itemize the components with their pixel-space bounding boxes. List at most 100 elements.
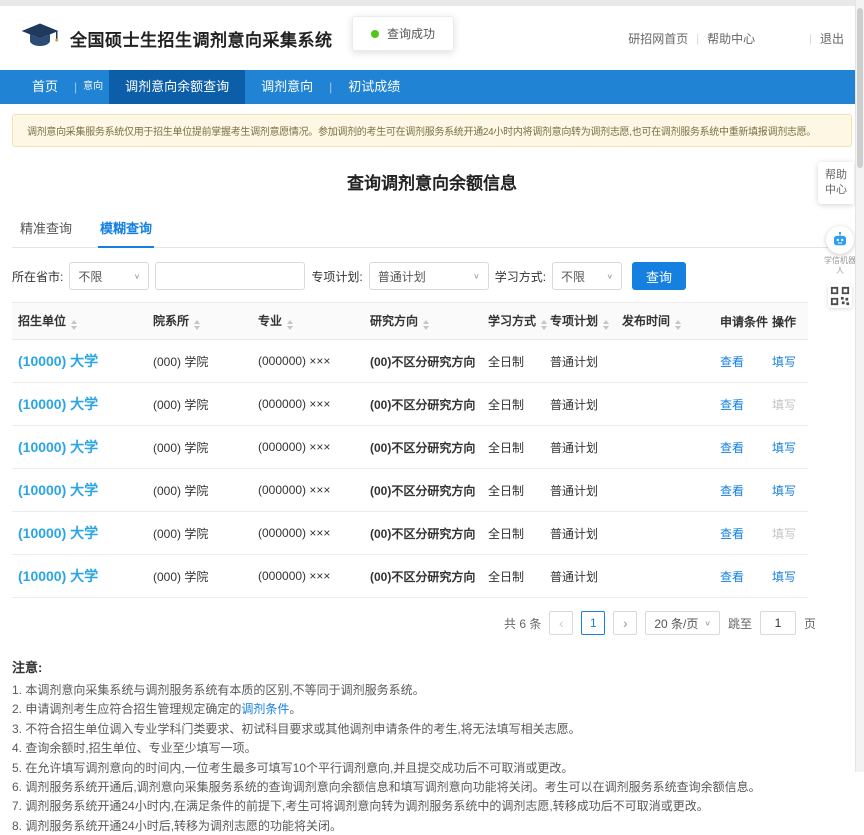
nav-item-4[interactable]: 初试成绩: [332, 70, 416, 104]
jump-page-input[interactable]: [760, 611, 796, 635]
nav-item-0[interactable]: 首页: [16, 70, 74, 104]
sort-icon[interactable]: [423, 320, 429, 330]
note-item: 2. 申请调剂考生应符合招生管理规定确定的调剂条件。: [12, 701, 824, 718]
logout-link[interactable]: 退出: [820, 30, 844, 47]
column-header-5[interactable]: 专项计划: [544, 303, 616, 340]
table-row: (10000) 大学(000) 学院(000000) ×××(00)不区分研究方…: [12, 426, 808, 469]
unit-link[interactable]: (10000) 大学: [18, 482, 98, 498]
fill-link[interactable]: 填写: [772, 398, 796, 412]
column-header-0[interactable]: 招生单位: [12, 303, 147, 340]
column-header-2[interactable]: 专业: [252, 303, 364, 340]
sort-icon[interactable]: [675, 320, 681, 330]
dept-cell: (000) 学院: [153, 441, 208, 455]
fill-link[interactable]: 填写: [772, 527, 796, 541]
unit-link[interactable]: (10000) 大学: [18, 396, 98, 412]
tab-fuzzy-query[interactable]: 模糊查询: [98, 210, 154, 248]
table-row: (10000) 大学(000) 学院(000000) ×××(00)不区分研究方…: [12, 469, 808, 512]
province-value: 不限: [78, 268, 102, 285]
major-cell: (000000) ×××: [258, 569, 330, 583]
nav-item-3[interactable]: 调剂意向: [245, 70, 329, 104]
view-link[interactable]: 查看: [720, 527, 744, 541]
fill-link[interactable]: 填写: [772, 441, 796, 455]
sort-icon[interactable]: [603, 320, 609, 330]
dept-cell: (000) 学院: [153, 355, 208, 369]
brand: 全国硕士生招生调剂意向采集系统: [20, 21, 333, 56]
sort-icon[interactable]: [71, 320, 77, 330]
column-label: 操作: [772, 315, 796, 329]
column-header-1[interactable]: 院系所: [147, 303, 252, 340]
unit-link[interactable]: (10000) 大学: [18, 568, 98, 584]
plan-cell: 普通计划: [550, 527, 598, 541]
search-button[interactable]: 查询: [632, 262, 686, 290]
direction-cell: (00)不区分研究方向: [370, 355, 475, 369]
note-item: 5. 在允许填写调剂意向的时间内,一位考生最多可填写10个平行调剂意向,并且提交…: [12, 760, 824, 777]
view-link[interactable]: 查看: [720, 570, 744, 584]
column-label: 发布时间: [622, 314, 670, 328]
study-value: 不限: [561, 268, 585, 285]
view-link[interactable]: 查看: [720, 441, 744, 455]
unit-link[interactable]: (10000) 大学: [18, 353, 98, 369]
study-cell: 全日制: [488, 441, 524, 455]
page-number-button[interactable]: 1: [581, 611, 605, 635]
nav-item-1[interactable]: 意向: [77, 70, 109, 104]
prev-page-button[interactable]: ‹: [549, 611, 573, 635]
major-cell: (000000) ×××: [258, 526, 330, 540]
study-cell: 全日制: [488, 484, 524, 498]
notice-banner: 调剂意向采集服务系统仅用于招生单位提前掌握考生调剂意愿情况。参加调剂的考生可在调…: [12, 114, 852, 147]
direction-cell: (00)不区分研究方向: [370, 441, 475, 455]
view-link[interactable]: 查看: [720, 398, 744, 412]
scrollbar-track[interactable]: [855, 0, 864, 772]
separator: [696, 31, 699, 45]
column-label: 招生单位: [18, 314, 66, 328]
transfer-conditions-link[interactable]: 调剂条件: [241, 702, 289, 716]
unit-link[interactable]: (10000) 大学: [18, 439, 98, 455]
plan-cell: 普通计划: [550, 441, 598, 455]
direction-cell: (00)不区分研究方向: [370, 527, 475, 541]
page-size-select[interactable]: 20 条/页 ∨: [645, 611, 720, 635]
table-row: (10000) 大学 (000) 学院 (000000) ××× (00)不区分研究方…: [12, 340, 808, 383]
graduation-cap-logo-icon: [20, 21, 60, 56]
plan-select[interactable]: 普通计划 ∨: [369, 262, 489, 290]
unit-keyword-input[interactable]: [155, 262, 305, 290]
direction-cell: (00)不区分研究方向: [370, 484, 475, 498]
province-label: 所在省市:: [12, 268, 63, 285]
note-text: 5. 在允许填写调剂意向的时间内,一位考生最多可填写10个平行调剂意向,并且提交…: [12, 761, 573, 775]
nav-item-2[interactable]: 调剂意向余额查询: [109, 70, 245, 104]
major-cell: (000000) ×××: [258, 354, 330, 368]
sort-icon[interactable]: [541, 320, 547, 330]
qr-code-icon[interactable]: [828, 284, 852, 308]
jump-suffix: 页: [804, 615, 816, 632]
next-page-button[interactable]: ›: [613, 611, 637, 635]
column-label: 专业: [258, 314, 282, 328]
fill-link[interactable]: 填写: [772, 355, 796, 369]
tab-precise-query[interactable]: 精准查询: [18, 210, 74, 247]
view-link[interactable]: 查看: [720, 355, 744, 369]
note-text: 3. 不符合招生单位调入专业学科门类要求、初试科目要求或其他调剂申请条件的考生,…: [12, 722, 581, 736]
sort-icon[interactable]: [194, 320, 200, 330]
province-select[interactable]: 不限 ∨: [69, 262, 149, 290]
study-cell: 全日制: [488, 398, 524, 412]
study-select[interactable]: 不限 ∨: [552, 262, 622, 290]
help-center-link[interactable]: 帮助中心: [707, 30, 755, 47]
scrollbar-thumb[interactable]: [857, 8, 863, 168]
plan-cell: 普通计划: [550, 355, 598, 369]
view-link[interactable]: 查看: [720, 484, 744, 498]
plan-cell: 普通计划: [550, 398, 598, 412]
column-header-4[interactable]: 学习方式: [482, 303, 544, 340]
major-cell: (000000) ×××: [258, 397, 330, 411]
direction-cell: (00)不区分研究方向: [370, 398, 475, 412]
results-table: 招生单位院系所专业研究方向学习方式专项计划发布时间申请条件操作 (10000) …: [12, 302, 808, 598]
notes-list: 1. 本调剂意向采集系统与调剂服务系统有本质的区别,不等同于调剂服务系统。2. …: [12, 682, 824, 835]
fill-link[interactable]: 填写: [772, 570, 796, 584]
sort-icon[interactable]: [287, 320, 293, 330]
column-header-6[interactable]: 发布时间: [616, 303, 714, 340]
column-header-3[interactable]: 研究方向: [364, 303, 482, 340]
chatbot-label: 学信机器人: [824, 256, 856, 276]
fill-link[interactable]: 填写: [772, 484, 796, 498]
yanzhao-home-link[interactable]: 研招网首页: [628, 30, 688, 47]
column-label: 院系所: [153, 314, 189, 328]
help-center-widget[interactable]: 帮助中心: [818, 162, 854, 204]
chatbot-widget[interactable]: 学信机器人: [824, 226, 856, 276]
study-cell: 全日制: [488, 527, 524, 541]
unit-link[interactable]: (10000) 大学: [18, 525, 98, 541]
